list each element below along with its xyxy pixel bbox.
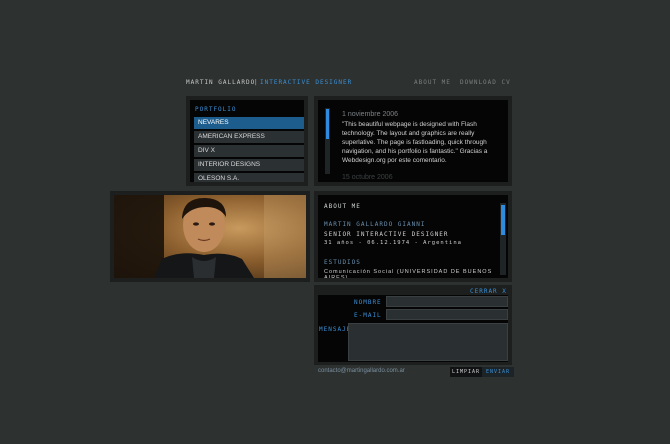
portfolio-title: PORTFOLIO (195, 106, 237, 113)
testimonial-next-date: 15 octubre 2006 (342, 174, 393, 181)
email-label: E-MAIL (354, 312, 382, 319)
about-full-name: MARTIN GALLARDO GIANNI (324, 221, 426, 228)
testimonial-scroll-thumb[interactable] (326, 109, 329, 139)
profile-photo-illustration (114, 195, 306, 278)
contact-panel: CERRAR X NOMBRE E-MAIL MENSAJE (314, 285, 512, 365)
portfolio-item-nevares[interactable]: NEVARES (194, 117, 304, 129)
about-scroll-thumb[interactable] (501, 205, 505, 235)
portfolio-item-interior-designs[interactable]: INTERIOR DESIGNS (194, 159, 304, 171)
close-contact-button[interactable]: CERRAR X (470, 288, 507, 295)
message-label: MENSAJE (319, 326, 352, 333)
contact-form: NOMBRE E-MAIL MENSAJE (318, 295, 508, 362)
brand-separator: | (254, 79, 259, 86)
about-studies: Comunicación Social (UNIVERSIDAD DE BUEN… (324, 269, 493, 278)
nav-about-me-link[interactable]: ABOUT ME (414, 79, 451, 86)
portfolio-panel-inner: PORTFOLIO NEVARES AMERICAN EXPRESS DIV X… (190, 100, 304, 182)
brand-role: INTERACTIVE DESIGNER (260, 79, 353, 86)
contact-email-link[interactable]: contacto@martingallardo.com.ar (318, 368, 405, 374)
about-title: ABOUT ME (324, 203, 361, 210)
testimonial-text: "This beautiful webpage is designed with… (342, 121, 488, 164)
testimonial-panel-inner: 1 noviembre 2006 "This beautiful webpage… (318, 100, 508, 182)
portfolio-item-oleson[interactable]: OLESON S.A. (194, 173, 304, 182)
testimonial-panel: 1 noviembre 2006 "This beautiful webpage… (314, 96, 512, 186)
nav-download-cv-link[interactable]: DOWNLOAD CV (460, 79, 511, 86)
testimonial-date: 1 noviembre 2006 (342, 111, 399, 118)
name-label: NOMBRE (354, 299, 382, 306)
portfolio-item-div-x[interactable]: DIV X (194, 145, 304, 157)
about-panel: ABOUT ME MARTIN GALLARDO GIANNI SENIOR I… (314, 191, 512, 282)
photo-panel (110, 191, 310, 282)
message-field[interactable] (348, 323, 508, 361)
about-studies-title: ESTUDIOS (324, 259, 361, 266)
email-field[interactable] (386, 309, 508, 320)
about-info: 31 años - 06.12.1974 - Argentina (324, 240, 462, 246)
brand-name: MARTIN GALLARDO (186, 79, 256, 86)
about-panel-inner: ABOUT ME MARTIN GALLARDO GIANNI SENIOR I… (318, 195, 508, 278)
name-field[interactable] (386, 296, 508, 307)
about-role: SENIOR INTERACTIVE DESIGNER (324, 231, 449, 238)
send-button[interactable]: ENVIAR (482, 367, 514, 377)
profile-photo (114, 195, 306, 278)
portfolio-panel: PORTFOLIO NEVARES AMERICAN EXPRESS DIV X… (186, 96, 308, 186)
clear-button[interactable]: LIMPIAR (450, 367, 482, 377)
header: MARTIN GALLARDO | INTERACTIVE DESIGNER A… (186, 79, 512, 89)
portfolio-item-american-express[interactable]: AMERICAN EXPRESS (194, 131, 304, 143)
